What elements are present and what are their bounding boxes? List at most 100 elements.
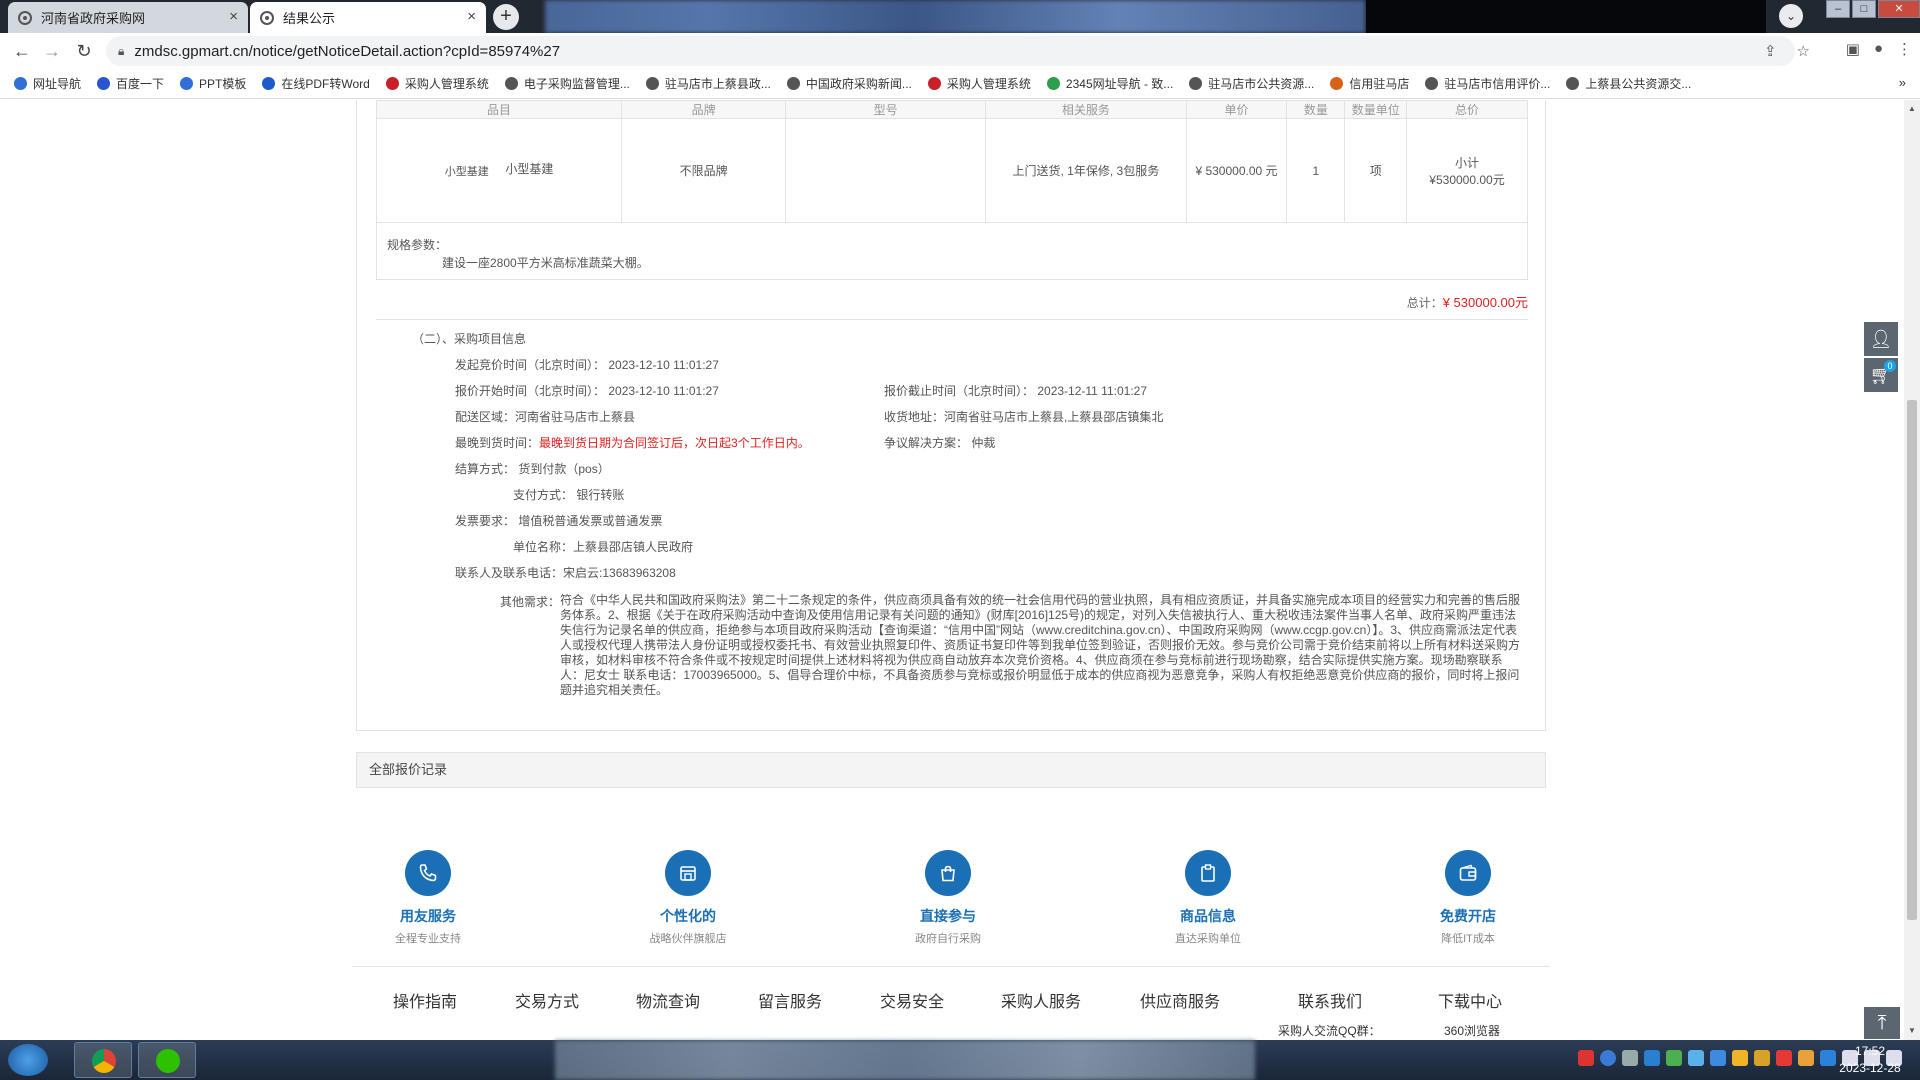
bookmark-favicon-icon	[504, 77, 518, 90]
bookmark-item[interactable]: 采购人管理系统	[385, 75, 489, 92]
bookmark-item[interactable]: 采购人管理系统	[927, 75, 1031, 92]
lock-icon[interactable]: 🔒︎	[118, 44, 124, 59]
address-bar[interactable]: 🔒︎ zmdsc.gpmart.cn/notice/getNoticeDetai…	[106, 36, 1795, 66]
service-item-direct[interactable]: 直接参与 政府自行采购	[868, 850, 1028, 946]
bookmark-favicon-icon	[786, 77, 800, 90]
maximize-button[interactable]: □	[1852, 0, 1876, 18]
header-category: 品目	[375, 100, 623, 119]
globe-icon	[18, 10, 32, 25]
all-quote-records-header[interactable]: 全部报价记录	[356, 752, 1546, 788]
scroll-up-arrow-icon[interactable]: ▲	[1908, 104, 1916, 113]
back-to-top-icon[interactable]: ⤒	[1864, 1007, 1900, 1039]
taskbar-chrome-button[interactable]	[74, 1042, 132, 1078]
taskbar-clock[interactable]: 17:52 2023-12-28	[1830, 1043, 1910, 1077]
bookmark-label: 网址导航	[33, 77, 82, 91]
settle-row: 结算方式： 货到付款（pos）	[455, 460, 610, 477]
minimize-button[interactable]: –	[1826, 0, 1850, 18]
tab-strip-dark-area	[1366, 0, 1766, 33]
cell-unit: 项	[1344, 118, 1408, 223]
bookmark-favicon-icon	[1189, 77, 1203, 90]
bookmark-item[interactable]: 网址导航	[14, 75, 81, 92]
footer-360-browser[interactable]: 360浏览器	[1444, 1022, 1500, 1039]
side-panel-icon[interactable]: ▣	[1846, 40, 1860, 58]
cart-count-badge: 0	[1884, 360, 1896, 372]
wechat-tray-icon[interactable]	[1666, 1050, 1682, 1066]
header-brand: 品牌	[621, 100, 787, 119]
shield-icon[interactable]	[1754, 1050, 1770, 1066]
tab-search-chevron-icon[interactable]: ⌄	[1779, 4, 1803, 28]
tab-result-notice[interactable]: 结果公示 ×	[250, 2, 486, 33]
windows-start-icon[interactable]	[8, 1044, 48, 1076]
start-time-row: 发起竞价时间（北京时间）： 2023-12-10 11:01:27	[455, 356, 719, 373]
scroll-down-arrow-icon[interactable]: ▼	[1908, 1026, 1916, 1035]
taskbar-wechat-button[interactable]	[138, 1042, 196, 1078]
security-tray-icon[interactable]	[1776, 1050, 1792, 1066]
chrome-icon	[92, 1049, 116, 1073]
bookmark-item[interactable]: PPT模板	[180, 75, 246, 92]
share-icon[interactable]: ⇪	[1764, 42, 1777, 60]
service-item-product-info[interactable]: 商品信息 直达采购单位	[1128, 850, 1288, 946]
cloud-icon[interactable]	[1644, 1050, 1660, 1066]
footer-link-purchaser[interactable]: 采购人服务	[1001, 988, 1081, 1012]
footer-link-download[interactable]: 下载中心	[1438, 988, 1502, 1012]
ime-icon[interactable]	[1578, 1050, 1594, 1066]
bookmark-item[interactable]: 在线PDF转Word	[262, 75, 370, 92]
footer-link-contact[interactable]: 联系我们	[1298, 988, 1362, 1012]
network-tool-icon[interactable]	[1688, 1050, 1704, 1066]
back-arrow-icon[interactable]: ←	[10, 39, 34, 63]
app-tray-icon[interactable]	[1710, 1050, 1726, 1066]
unit-name-value: 上蔡县邵店镇人民政府	[573, 540, 694, 554]
browser-toolbar: ← → ↻ 🔒︎ zmdsc.gpmart.cn/notice/getNotic…	[0, 33, 1920, 69]
footer-link-message[interactable]: 留言服务	[758, 988, 822, 1012]
cart-icon[interactable]: 🛒︎ 0	[1864, 358, 1898, 392]
section-title-project-info: （二）、采购项目信息	[412, 332, 527, 346]
bookmark-item[interactable]: 百度一下	[97, 75, 164, 92]
footer-link-supplier[interactable]: 供应商服务	[1140, 988, 1220, 1012]
service-item-yonyou[interactable]: 用友服务 全程专业支持	[348, 850, 508, 946]
page-scrollbar[interactable]: ▲ ▼	[1904, 100, 1920, 1040]
bookmark-item[interactable]: 信用驻马店	[1330, 75, 1409, 92]
service-item-free-store[interactable]: 免费开店 降低IT成本	[1388, 850, 1548, 946]
bookmark-item[interactable]: 驻马店市上蔡县政...	[645, 75, 771, 92]
bookmark-item[interactable]: 中国政府采购新闻...	[786, 75, 912, 92]
scrollbar-thumb[interactable]	[1907, 400, 1917, 920]
footer-link-logistics[interactable]: 物流查询	[636, 988, 700, 1012]
user-icon[interactable]: 👤︎	[1864, 322, 1898, 356]
new-tab-button[interactable]: +	[493, 4, 519, 30]
service-item-personalized[interactable]: 个性化的 战略伙伴旗舰店	[608, 850, 768, 946]
footer-link-guide[interactable]: 操作指南	[393, 988, 457, 1012]
pay-row: 支付方式： 银行转账	[513, 486, 624, 503]
bookmark-item[interactable]: 上蔡县公共资源交...	[1566, 75, 1691, 92]
tab-henan-procurement[interactable]: 河南省政府采购网 ×	[8, 2, 248, 33]
bookmark-item[interactable]: 驻马店市信用评价...	[1425, 75, 1550, 92]
help-icon[interactable]	[1600, 1050, 1616, 1066]
spec-params: 规格参数： 建设一座2800平方米高标准蔬菜大棚。	[376, 222, 1528, 280]
footer-link-trade-methods[interactable]: 交易方式	[515, 988, 579, 1012]
footer-link-security[interactable]: 交易安全	[880, 988, 944, 1012]
bookmark-label: PPT模板	[199, 77, 247, 91]
bookmark-favicon-icon	[927, 77, 941, 90]
window-controls: – □ ✕	[1824, 0, 1920, 18]
kebab-menu-icon[interactable]: ⋮	[1897, 40, 1912, 58]
tray-app-icon[interactable]	[1798, 1050, 1814, 1066]
cell-qty: 1	[1286, 118, 1346, 223]
pay-value: 银行转账	[576, 488, 625, 502]
bookmark-item[interactable]: 电子采购监督管理...	[504, 75, 630, 92]
tray-expand-icon[interactable]	[1622, 1050, 1638, 1066]
bookmark-item[interactable]: 2345网址导航 - 致...	[1046, 75, 1173, 92]
other-requirements-label: 其他需求：	[500, 595, 561, 609]
profile-avatar-icon[interactable]: ●	[1874, 40, 1883, 58]
window-close-button[interactable]: ✕	[1878, 0, 1920, 18]
bookmark-item[interactable]: 驻马店市公共资源...	[1189, 75, 1314, 92]
forward-arrow-icon[interactable]: →	[40, 39, 64, 63]
bookmarks-overflow-chevron-icon[interactable]: »	[1899, 75, 1906, 90]
close-icon[interactable]: ×	[229, 8, 238, 25]
unit-name-label: 单位名称：	[513, 540, 574, 554]
cell-subtotal: 小计 ¥530000.00元	[1406, 118, 1528, 223]
close-icon[interactable]: ×	[467, 8, 476, 25]
service-subtitle: 直达采购单位	[1175, 933, 1241, 945]
reload-icon[interactable]: ↻	[72, 39, 96, 63]
bookmark-star-icon[interactable]: ☆	[1797, 42, 1810, 60]
header-model: 型号	[785, 100, 986, 119]
folder-tray-icon[interactable]	[1732, 1050, 1748, 1066]
